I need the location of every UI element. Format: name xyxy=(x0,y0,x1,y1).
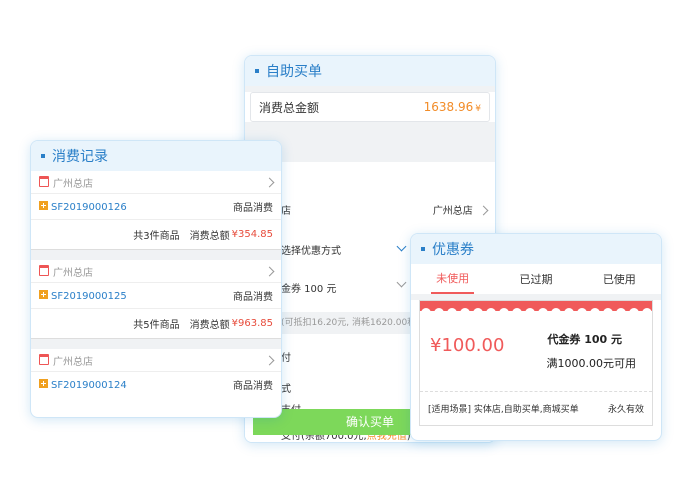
record-store-row[interactable]: 广州总店 xyxy=(31,260,281,282)
record-order-row[interactable]: SF2019000125 商品消费 xyxy=(31,282,281,308)
header-bullet-icon xyxy=(41,154,45,158)
total-amount-row: 消费总金额 1638.96 ¥ xyxy=(250,92,490,122)
chevron-down-icon[interactable] xyxy=(396,277,407,288)
order-icon xyxy=(39,378,48,388)
record-order-row[interactable]: SF2019000124 商品消费 xyxy=(31,371,281,397)
coupon-footer: [适用场景] 实体店,自助买单,商城买单 永久有效 xyxy=(420,391,652,424)
coupon-label: 金券 100 元 xyxy=(281,283,337,295)
store-label: 店 xyxy=(281,205,291,217)
store-icon xyxy=(39,353,49,365)
total-amount-value: 1638.96 ¥ xyxy=(423,100,481,114)
coupon-condition: 满1000.00元可用 xyxy=(546,357,637,370)
tab-expired[interactable]: 已过期 xyxy=(494,271,577,287)
record-store-row[interactable]: 广州总店 xyxy=(31,349,281,371)
order-icon xyxy=(39,289,48,299)
coupon-name: 代金券 100 元 xyxy=(547,333,622,346)
record-order-row[interactable]: SF2019000126 商品消费 xyxy=(31,193,281,219)
coupons-title: 优惠券 xyxy=(432,242,474,258)
coupons-card: 优惠券 未使用 已过期 已使用 ¥100.00 代金券 100 元 满1000.… xyxy=(410,233,662,441)
total-amount-label: 消费总金额 xyxy=(259,100,320,115)
header-bullet-icon xyxy=(255,69,259,73)
chevron-down-icon[interactable] xyxy=(396,241,407,252)
store-row[interactable]: 店 广州总店 xyxy=(245,194,495,224)
order-icon xyxy=(39,200,48,210)
store-icon xyxy=(39,264,49,276)
coupon-scope: [适用场景] 实体店,自助买单,商城买单 xyxy=(428,404,579,415)
discount-method-label: 选择优惠方式 xyxy=(281,245,341,257)
store-value: 广州总店 xyxy=(432,205,473,217)
coupons-header: 优惠券 xyxy=(411,234,661,264)
record-store-row[interactable]: 广州总店 xyxy=(31,171,281,193)
coupon-tabs: 未使用 已过期 已使用 xyxy=(411,264,661,294)
store-icon xyxy=(39,175,49,187)
chevron-right-icon xyxy=(264,355,275,365)
records-title: 消费记录 xyxy=(52,149,108,165)
tab-used[interactable]: 已使用 xyxy=(578,271,661,287)
record-summary-row: 共3件商品 消费总额 ¥354.85 xyxy=(31,219,281,249)
records-header: 消费记录 xyxy=(31,141,281,171)
coupon-top-band: ¥100.00 代金券 100 元 满1000.00元可用 xyxy=(420,301,652,391)
coupon-body: ¥100.00 代金券 100 元 满1000.00元可用 xyxy=(420,311,652,391)
self-checkout-title: 自助买单 xyxy=(266,64,322,80)
tab-unused[interactable]: 未使用 xyxy=(411,264,494,294)
header-bullet-icon xyxy=(421,247,425,251)
record-type: 商品消费 xyxy=(233,292,273,303)
self-checkout-header: 自助买单 xyxy=(245,56,495,86)
coupon-amount: ¥100.00 xyxy=(430,335,505,356)
chevron-right-icon xyxy=(264,177,275,187)
coupon-ticket[interactable]: ¥100.00 代金券 100 元 满1000.00元可用 [适用场景] 实体店… xyxy=(419,300,653,426)
record-type: 商品消费 xyxy=(233,203,273,214)
chevron-right-icon xyxy=(264,266,275,276)
consumption-records-card: 消费记录 广州总店 SF2019000126 商品消费 共3件商品 消费总额 ¥… xyxy=(30,140,282,418)
chevron-right-icon xyxy=(478,205,489,215)
record-type: 商品消费 xyxy=(233,381,273,392)
coupon-validity: 永久有效 xyxy=(607,404,644,415)
record-summary-row: 共5件商品 消费总额 ¥963.85 xyxy=(31,308,281,338)
